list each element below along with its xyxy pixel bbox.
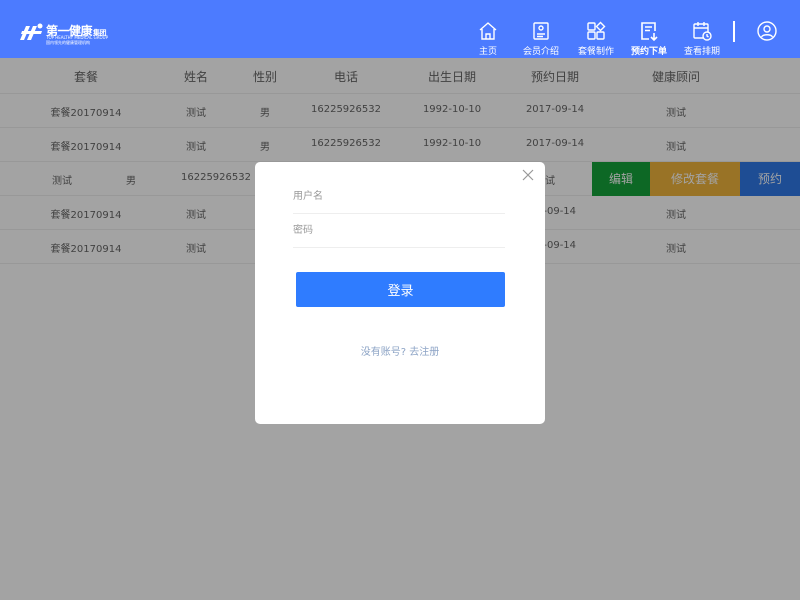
user-profile-icon[interactable]	[756, 20, 778, 42]
username-input[interactable]	[293, 180, 505, 214]
password-input[interactable]	[293, 214, 505, 248]
brand-logo[interactable]: 第一健康集团 TOP HEALTHY MEDICAL GROUP 国内领先的健康…	[18, 20, 108, 46]
member-icon	[533, 22, 549, 40]
nav-member[interactable]: 会员介绍	[511, 20, 571, 58]
calendar-icon	[693, 22, 712, 41]
nav-package-label: 套餐制作	[577, 47, 614, 57]
nav-schedule[interactable]: 查看排期	[672, 20, 732, 58]
close-icon[interactable]	[521, 168, 535, 182]
nav-home[interactable]: 主页	[458, 20, 518, 58]
nav-home-label: 主页	[478, 47, 497, 57]
nav-schedule-label: 查看排期	[683, 47, 720, 57]
register-link[interactable]: 没有账号? 去注册	[255, 343, 545, 358]
top-header: 第一健康集团 TOP HEALTHY MEDICAL GROUP 国内领先的健康…	[0, 0, 800, 58]
nav-member-label: 会员介绍	[522, 47, 559, 57]
nav-order[interactable]: 预约下单	[619, 20, 679, 58]
nav-divider	[733, 21, 735, 42]
nav-package[interactable]: 套餐制作	[566, 20, 626, 58]
brand-tagline: 国内领先的健康管理机构	[46, 40, 90, 45]
package-icon	[587, 21, 606, 40]
nav-order-label: 预约下单	[630, 47, 667, 57]
login-button[interactable]: 登录	[296, 272, 505, 307]
login-modal: 登录 没有账号? 去注册	[255, 162, 545, 424]
logo-mark-icon	[20, 23, 43, 40]
order-icon	[641, 22, 658, 42]
home-icon	[479, 22, 497, 40]
